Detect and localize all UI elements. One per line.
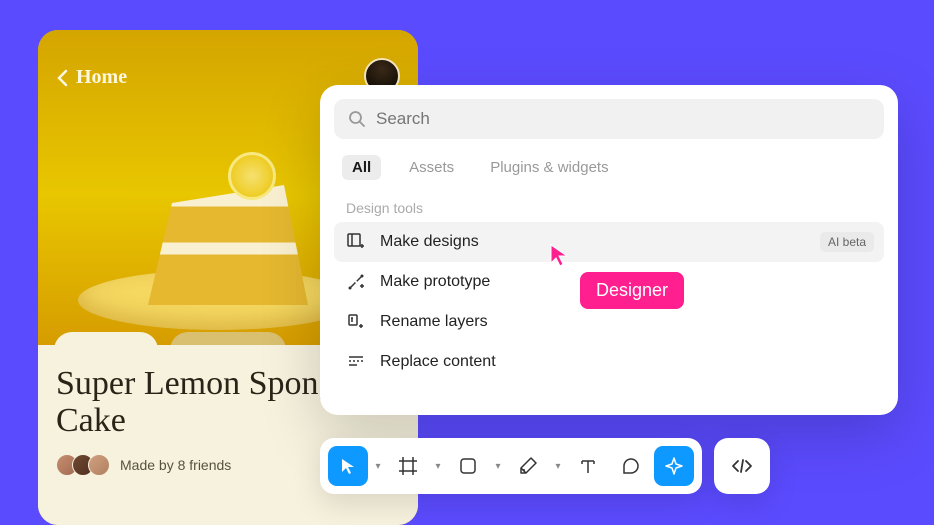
cursor-icon (339, 457, 357, 475)
tool-label: Replace content (380, 353, 496, 371)
pen-tool-button[interactable] (508, 446, 548, 486)
tool-label: Rename layers (380, 313, 488, 331)
comment-icon (621, 456, 641, 476)
make-prototype-icon (346, 272, 366, 292)
tool-label: Make prototype (380, 273, 490, 291)
replace-content-icon (346, 352, 366, 372)
frame-tool-button[interactable] (388, 446, 428, 486)
frame-icon (398, 456, 418, 476)
back-label: Home (76, 66, 127, 89)
filter-assets[interactable]: Assets (401, 155, 462, 180)
shape-tool-button[interactable] (448, 446, 488, 486)
search-bar[interactable] (334, 99, 884, 139)
filter-plugins[interactable]: Plugins & widgets (482, 155, 616, 180)
chevron-left-icon (56, 69, 68, 87)
search-input[interactable] (376, 109, 870, 129)
pen-tool-caret[interactable]: ▾ (551, 461, 565, 472)
filter-all[interactable]: All (342, 155, 381, 180)
frame-tool-caret[interactable]: ▾ (431, 461, 445, 472)
made-by-text: Made by 8 friends (120, 457, 231, 473)
friend-avatars (56, 454, 110, 476)
search-icon (348, 110, 366, 128)
move-tool-caret[interactable]: ▾ (371, 461, 385, 472)
rectangle-icon (459, 457, 477, 475)
tool-label: Make designs (380, 233, 479, 251)
design-toolbar: ▾ ▾ ▾ ▾ (320, 438, 770, 494)
collaborator-cursor (549, 243, 571, 274)
dev-mode-button[interactable] (714, 438, 770, 494)
move-tool-button[interactable] (328, 446, 368, 486)
section-label: Design tools (334, 194, 884, 222)
collaborator-label: Designer (580, 272, 684, 309)
sparkle-icon (664, 456, 684, 476)
code-icon (730, 457, 754, 475)
toolbar-main: ▾ ▾ ▾ ▾ (320, 438, 702, 494)
avatar (88, 454, 110, 476)
text-tool-button[interactable] (568, 446, 608, 486)
cake-image (88, 130, 348, 330)
comment-tool-button[interactable] (611, 446, 651, 486)
tool-replace-content[interactable]: Replace content (334, 342, 884, 382)
filter-tabs: All Assets Plugins & widgets (334, 151, 884, 194)
make-designs-icon (346, 232, 366, 252)
shape-tool-caret[interactable]: ▾ (491, 461, 505, 472)
ai-tool-button[interactable] (654, 446, 694, 486)
rename-layers-icon (346, 312, 366, 332)
text-icon (579, 457, 597, 475)
back-home-link[interactable]: Home (56, 66, 127, 89)
actions-panel: All Assets Plugins & widgets Design tool… (320, 85, 898, 415)
pen-icon (518, 456, 538, 476)
tool-make-designs[interactable]: Make designs AI beta (334, 222, 884, 262)
ai-beta-badge: AI beta (820, 232, 874, 252)
